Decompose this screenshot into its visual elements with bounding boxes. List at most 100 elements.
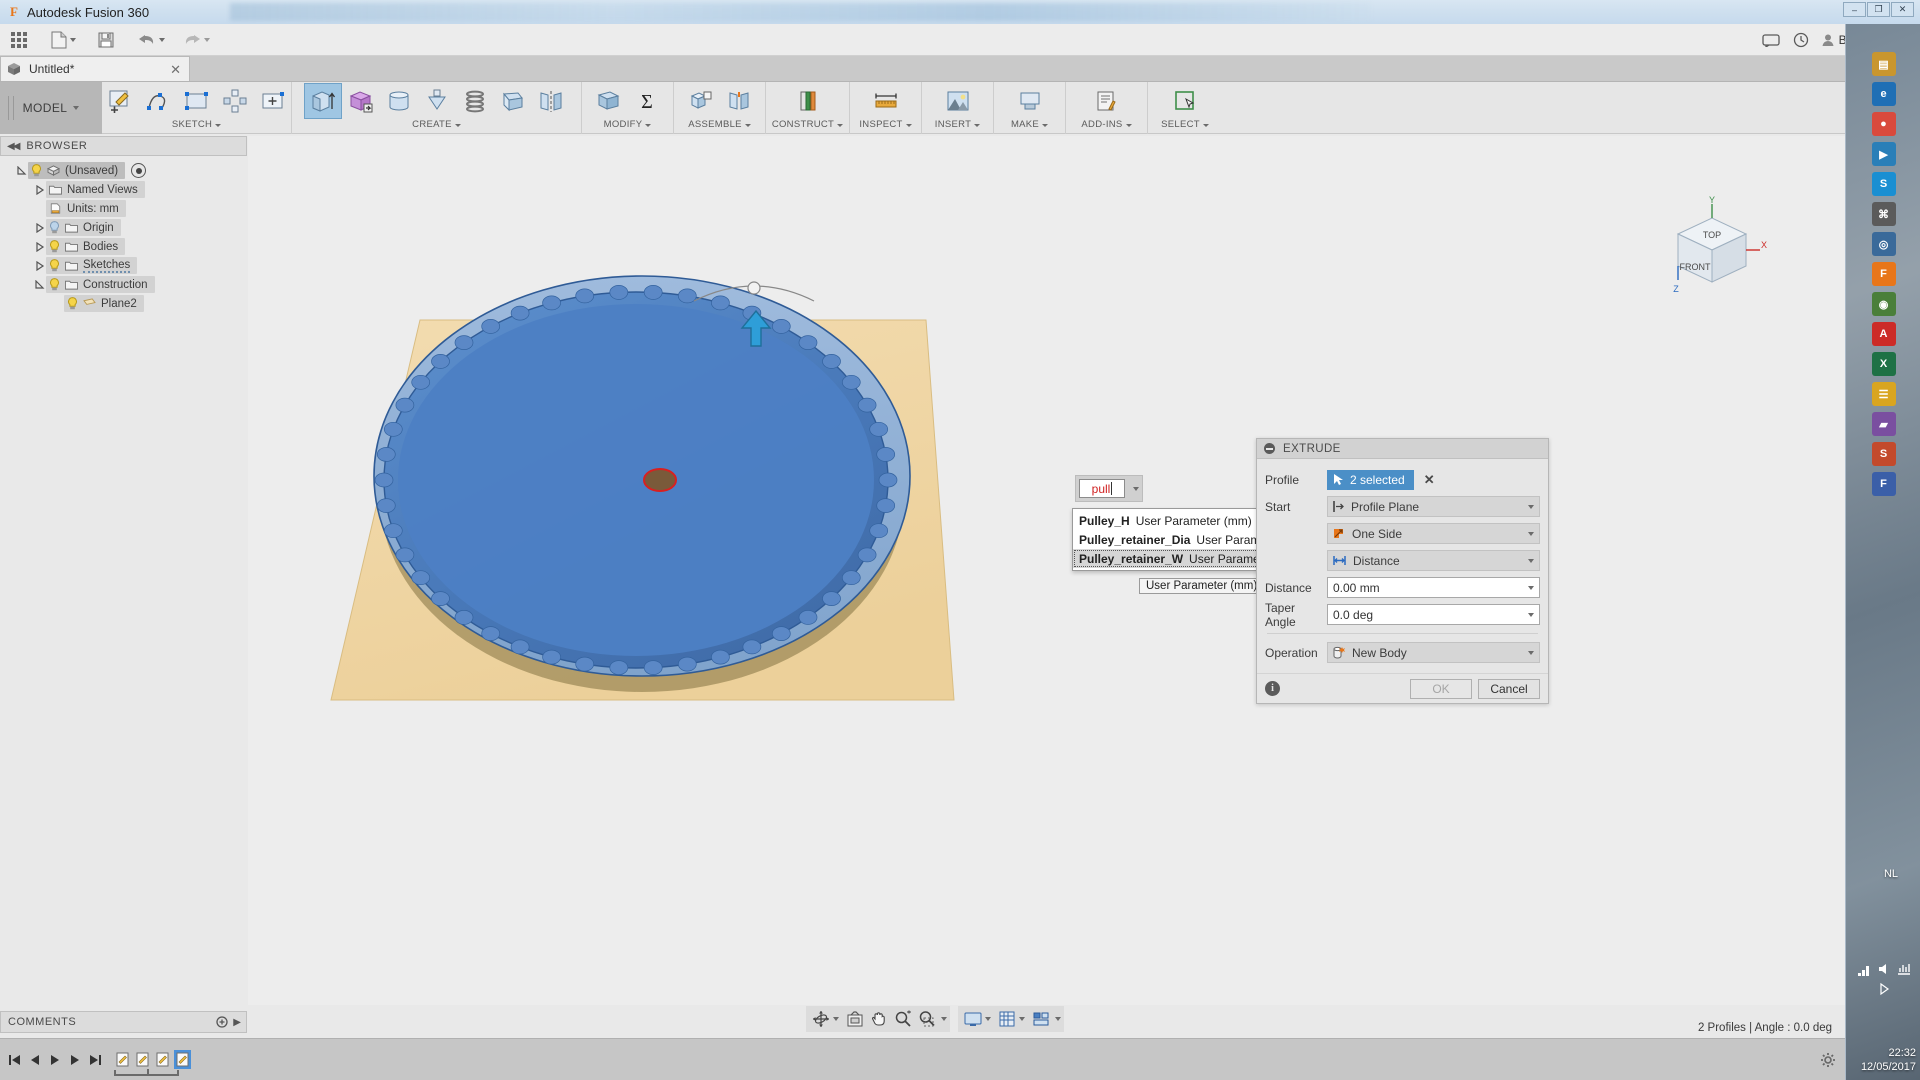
- ribbon-group-addins-label[interactable]: ADD-INS: [1081, 120, 1132, 130]
- display-settings-caret-icon[interactable]: [985, 1017, 991, 1021]
- parameter-input[interactable]: pull: [1079, 479, 1125, 498]
- tree-disclosure-expanded-icon[interactable]: [34, 279, 46, 291]
- box-button[interactable]: [342, 83, 380, 119]
- maximize-button[interactable]: ❐: [1867, 2, 1890, 17]
- browser-header[interactable]: ◀◀ BROWSER: [0, 136, 247, 156]
- look-at-button[interactable]: [843, 1007, 867, 1031]
- font-icon[interactable]: F: [1871, 472, 1896, 496]
- timeline-step-back-button[interactable]: [26, 1050, 44, 1070]
- revolve-button[interactable]: [380, 83, 418, 119]
- orbit-button[interactable]: [809, 1007, 833, 1031]
- press-pull-button[interactable]: [590, 83, 628, 119]
- pdf-icon[interactable]: A: [1871, 322, 1896, 346]
- browser-collapse-icon[interactable]: ◀◀: [7, 141, 20, 152]
- visibility-bulb-icon[interactable]: [67, 297, 78, 310]
- assemble-caret-icon[interactable]: [744, 123, 751, 127]
- grid-snaps-caret-icon[interactable]: [1019, 1017, 1025, 1021]
- workspace-caret-icon[interactable]: [73, 106, 80, 110]
- browser-item-unsaved[interactable]: (Unsaved): [0, 161, 247, 180]
- grid-snaps-button[interactable]: [995, 1007, 1019, 1031]
- timeline-jump-start-button[interactable]: [6, 1050, 24, 1070]
- construct-caret-icon[interactable]: [837, 123, 844, 127]
- browser-item-origin[interactable]: Origin: [0, 218, 247, 237]
- tree-disclosure-collapsed-icon[interactable]: [34, 184, 46, 196]
- clear-selection-icon[interactable]: ✕: [1424, 472, 1435, 488]
- pan-button[interactable]: [867, 1007, 891, 1031]
- pattern-button[interactable]: [216, 83, 254, 119]
- visibility-bulb-icon[interactable]: [31, 164, 42, 177]
- store-icon[interactable]: S: [1871, 442, 1896, 466]
- folder-icon[interactable]: ▤: [1871, 52, 1896, 76]
- browser-item-units-mm[interactable]: Units: mm: [0, 199, 247, 218]
- close-button[interactable]: ✕: [1891, 2, 1914, 17]
- change-parameters-button[interactable]: Σ: [628, 83, 666, 119]
- distance-caret-icon[interactable]: [1528, 586, 1534, 590]
- taper-caret-icon[interactable]: [1528, 613, 1534, 617]
- timeline-feature-node[interactable]: [114, 1050, 131, 1069]
- parameter-dropdown-icon[interactable]: [1133, 486, 1139, 491]
- ribbon-group-sketch-label[interactable]: SKETCH: [172, 120, 222, 130]
- app-grid-button[interactable]: [6, 27, 32, 53]
- ribbon-group-inspect-label[interactable]: INSPECT: [859, 120, 912, 130]
- select-caret-icon[interactable]: [1202, 123, 1209, 127]
- ribbon-group-select-label[interactable]: SELECT: [1161, 120, 1209, 130]
- start-dropdown[interactable]: Profile Plane: [1327, 496, 1540, 517]
- timeline-feature-node[interactable]: [134, 1050, 151, 1069]
- profile-selection-chip[interactable]: 2 selected: [1327, 469, 1414, 490]
- scripts-addins-button[interactable]: [1088, 83, 1126, 119]
- redo-caret-icon[interactable]: [204, 37, 210, 42]
- start-caret-icon[interactable]: [1528, 505, 1534, 509]
- select-button[interactable]: [1166, 83, 1204, 119]
- sphere-button[interactable]: [418, 83, 456, 119]
- extrude-dialog-header[interactable]: EXTRUDE: [1257, 439, 1548, 459]
- undo-caret-icon[interactable]: [159, 37, 165, 42]
- cancel-button[interactable]: Cancel: [1478, 678, 1540, 699]
- browser-item-pill[interactable]: Units: mm: [46, 200, 126, 217]
- info-icon[interactable]: i: [1265, 681, 1280, 696]
- browser-item-pill[interactable]: Named Views: [46, 181, 145, 198]
- paint-icon[interactable]: ▰: [1871, 412, 1896, 436]
- distance-field[interactable]: 0.00 mm: [1327, 577, 1540, 598]
- media-icon[interactable]: ▶: [1871, 142, 1896, 166]
- browser-item-pill[interactable]: Bodies: [46, 238, 126, 255]
- browser-item-construction[interactable]: Construction: [0, 275, 247, 294]
- new-document-button[interactable]: [46, 27, 81, 53]
- extent-caret-icon[interactable]: [1528, 559, 1534, 563]
- inspect-caret-icon[interactable]: [905, 123, 912, 127]
- rectangle-button[interactable]: [178, 83, 216, 119]
- visibility-bulb-icon[interactable]: [49, 259, 60, 272]
- redo-button[interactable]: [178, 27, 215, 53]
- camera-icon[interactable]: ◉: [1871, 292, 1896, 316]
- spline-button[interactable]: [140, 83, 178, 119]
- undo-button[interactable]: [133, 27, 170, 53]
- new-document-caret-icon[interactable]: [70, 37, 76, 42]
- system-clock[interactable]: 22:32 12/05/2017: [1861, 1046, 1916, 1074]
- timeline-step-forward-button[interactable]: [66, 1050, 84, 1070]
- visibility-bulb-icon[interactable]: [49, 278, 60, 291]
- orbit-caret-icon[interactable]: [833, 1017, 839, 1021]
- tree-disclosure-expanded-icon[interactable]: [16, 165, 28, 177]
- tray-show-desktop-icon[interactable]: [1877, 982, 1891, 996]
- viewports-caret-icon[interactable]: [1055, 1017, 1061, 1021]
- taper-angle-field[interactable]: 0.0 deg: [1327, 604, 1540, 625]
- ribbon-group-modify-label[interactable]: MODIFY: [604, 120, 652, 130]
- mirror-button[interactable]: [532, 83, 570, 119]
- viewport-canvas[interactable]: TOP FRONT Y X Z: [248, 136, 1845, 1005]
- disc-icon[interactable]: ◎: [1871, 232, 1896, 256]
- ribbon-group-construct-label[interactable]: CONSTRUCT: [772, 120, 844, 130]
- settings-gear-icon[interactable]: [1820, 1052, 1836, 1068]
- rib-button[interactable]: [494, 83, 532, 119]
- document-tab-close-icon[interactable]: ✕: [170, 63, 181, 76]
- addins-caret-icon[interactable]: [1125, 123, 1132, 127]
- notifications-icon[interactable]: [1761, 30, 1781, 50]
- tray-network-icon[interactable]: [1857, 962, 1871, 976]
- display-settings-button[interactable]: [961, 1007, 985, 1031]
- make-caret-icon[interactable]: [1042, 123, 1049, 127]
- ribbon-group-insert-label[interactable]: INSERT: [935, 120, 981, 130]
- ribbon-group-make-label[interactable]: MAKE: [1011, 120, 1049, 130]
- tree-disclosure-collapsed-icon[interactable]: [34, 260, 46, 272]
- browser-icon[interactable]: e: [1871, 82, 1896, 106]
- extent-dropdown[interactable]: Distance: [1327, 550, 1540, 571]
- offset-plane-button[interactable]: [789, 83, 827, 119]
- visibility-bulb-icon[interactable]: [49, 240, 60, 253]
